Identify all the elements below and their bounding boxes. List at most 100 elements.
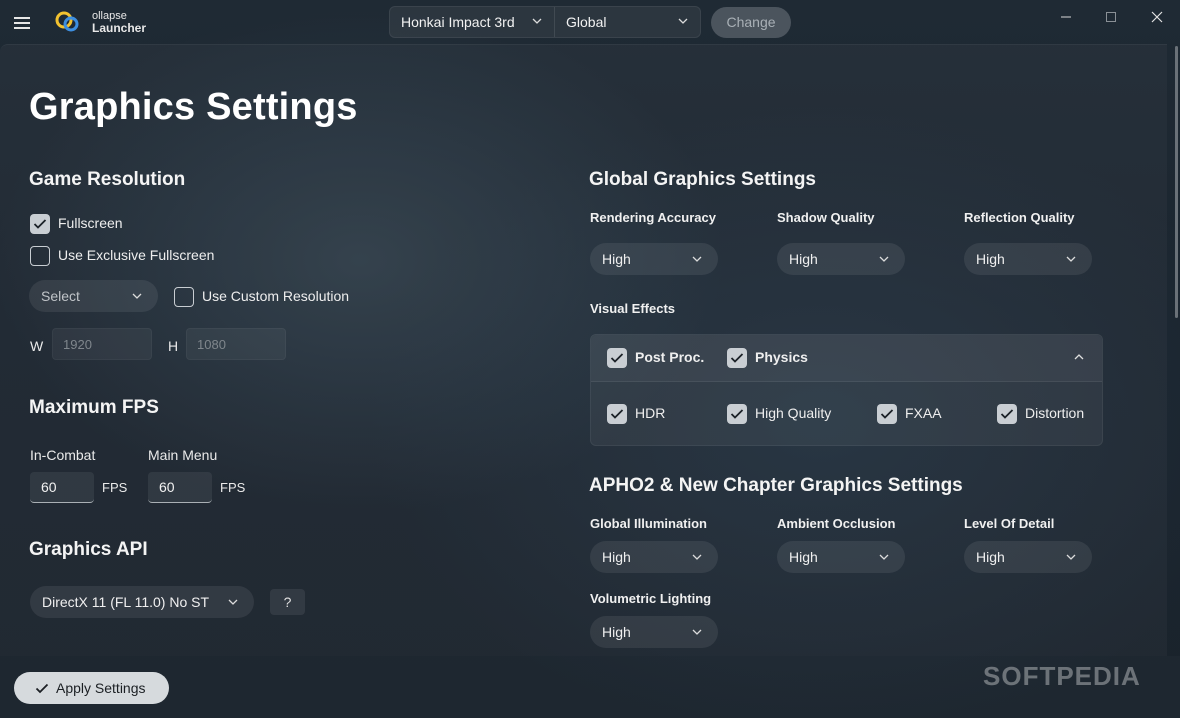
volumetric-lighting-label: Volumetric Lighting (590, 591, 712, 606)
chevron-down-icon (132, 293, 142, 299)
close-icon[interactable] (1146, 8, 1168, 26)
high-quality-checkbox[interactable] (727, 404, 747, 424)
hdr-checkbox[interactable] (607, 404, 627, 424)
app-logo-text: ollapse Launcher (92, 10, 146, 34)
custom-resolution-label: Use Custom Resolution (202, 288, 350, 304)
chevron-down-icon (879, 554, 889, 560)
graphics-api-help-button[interactable]: ? (270, 589, 305, 615)
in-combat-fps-unit: FPS (102, 480, 128, 495)
scrollbar[interactable] (1175, 46, 1178, 318)
chevron-down-icon (1066, 256, 1076, 262)
rendering-accuracy-dropdown[interactable]: High (590, 243, 718, 275)
menu-icon[interactable] (12, 12, 32, 32)
width-label: W (30, 338, 44, 354)
fullscreen-label: Fullscreen (58, 215, 123, 231)
minimize-icon[interactable] (1055, 8, 1077, 26)
checkmark-icon (730, 409, 744, 419)
checkmark-icon (730, 353, 744, 363)
page-title: Graphics Settings (29, 86, 358, 128)
in-combat-fps-input[interactable]: 60 (30, 472, 94, 503)
chevron-down-icon (692, 256, 702, 262)
checkmark-icon (610, 353, 624, 363)
graphics-api-heading: Graphics API (29, 539, 148, 560)
height-label: H (168, 338, 179, 354)
global-illumination-value: High (602, 549, 631, 565)
postproc-label: Post Proc. (635, 349, 705, 365)
main-menu-label: Main Menu (148, 447, 218, 463)
level-of-detail-value: High (976, 549, 1005, 565)
width-input[interactable]: 1920 (52, 328, 152, 360)
exclusive-fullscreen-label: Use Exclusive Fullscreen (58, 247, 215, 263)
chevron-down-icon (532, 18, 542, 24)
rendering-accuracy-value: High (602, 251, 631, 267)
volumetric-lighting-dropdown[interactable]: High (590, 616, 718, 648)
change-button[interactable]: Change (711, 7, 791, 38)
high-quality-label: High Quality (755, 405, 832, 421)
ambient-occlusion-dropdown[interactable]: High (777, 541, 905, 573)
reflection-quality-dropdown[interactable]: High (964, 243, 1092, 275)
app-logo-icon (55, 11, 79, 32)
apply-settings-button[interactable]: Apply Settings (14, 672, 169, 704)
physics-checkbox[interactable] (727, 348, 747, 368)
region-dropdown[interactable]: Global (556, 7, 701, 37)
global-illumination-label: Global Illumination (590, 516, 707, 531)
postproc-checkbox[interactable] (607, 348, 627, 368)
checkmark-icon (880, 409, 894, 419)
softpedia-watermark: SOFTPEDIA (983, 661, 1141, 691)
chevron-down-icon (879, 256, 889, 262)
checkmark-icon (610, 409, 624, 419)
level-of-detail-label: Level Of Detail (964, 516, 1055, 531)
main-menu-fps-input[interactable]: 60 (148, 472, 212, 503)
fxaa-label: FXAA (905, 405, 942, 421)
hdr-label: HDR (635, 405, 666, 421)
main-menu-fps-unit: FPS (220, 480, 246, 495)
chevron-down-icon (1066, 554, 1076, 560)
level-of-detail-dropdown[interactable]: High (964, 541, 1092, 573)
height-input[interactable]: 1080 (186, 328, 286, 360)
custom-resolution-checkbox[interactable] (174, 287, 194, 307)
shadow-quality-label: Shadow Quality (777, 210, 875, 225)
apply-settings-label: Apply Settings (56, 680, 146, 696)
chevron-down-icon (692, 554, 702, 560)
global-graphics-heading: Global Graphics Settings (589, 169, 816, 190)
title-bar: ollapse Launcher Honkai Impact 3rd Globa… (0, 0, 1180, 44)
checkmark-icon (1000, 409, 1014, 419)
chevron-down-icon (678, 18, 688, 24)
chevron-down-icon (228, 599, 238, 605)
checkmark-icon (35, 683, 49, 694)
chevron-up-icon[interactable] (1074, 353, 1084, 361)
ambient-occlusion-value: High (789, 549, 818, 565)
region-dropdown-value: Global (566, 14, 607, 30)
apho2-graphics-heading: APHO2 & New Chapter Graphics Settings (589, 475, 963, 496)
graphics-api-dropdown[interactable]: DirectX 11 (FL 11.0) No ST (30, 586, 254, 618)
maximum-fps-heading: Maximum FPS (29, 397, 159, 418)
checkmark-icon (33, 219, 47, 229)
rendering-accuracy-label: Rendering Accuracy (590, 210, 716, 225)
physics-label: Physics (755, 349, 808, 365)
resolution-preset-dropdown[interactable]: Select (29, 280, 158, 312)
maximize-icon[interactable] (1100, 8, 1122, 26)
graphics-api-value: DirectX 11 (FL 11.0) No ST (42, 594, 210, 610)
chevron-down-icon (692, 629, 702, 635)
distortion-checkbox[interactable] (997, 404, 1017, 424)
game-region-selector: Honkai Impact 3rd Global (389, 6, 701, 38)
volumetric-lighting-value: High (602, 624, 631, 640)
ambient-occlusion-label: Ambient Occlusion (777, 516, 896, 531)
game-resolution-heading: Game Resolution (29, 169, 186, 190)
fullscreen-checkbox[interactable] (30, 214, 50, 234)
logo-line-2: Launcher (92, 21, 147, 35)
game-dropdown-value: Honkai Impact 3rd (401, 14, 515, 30)
distortion-label: Distortion (1025, 405, 1085, 421)
resolution-preset-value: Select (41, 288, 80, 304)
reflection-quality-label: Reflection Quality (964, 210, 1075, 225)
exclusive-fullscreen-checkbox[interactable] (30, 246, 50, 266)
global-illumination-dropdown[interactable]: High (590, 541, 718, 573)
shadow-quality-value: High (789, 251, 818, 267)
reflection-quality-value: High (976, 251, 1005, 267)
shadow-quality-dropdown[interactable]: High (777, 243, 905, 275)
fxaa-checkbox[interactable] (877, 404, 897, 424)
launcher-window: ollapse Launcher Honkai Impact 3rd Globa… (0, 0, 1180, 718)
game-dropdown[interactable]: Honkai Impact 3rd (390, 7, 555, 37)
visual-effects-label: Visual Effects (590, 301, 676, 316)
in-combat-label: In-Combat (30, 447, 96, 463)
